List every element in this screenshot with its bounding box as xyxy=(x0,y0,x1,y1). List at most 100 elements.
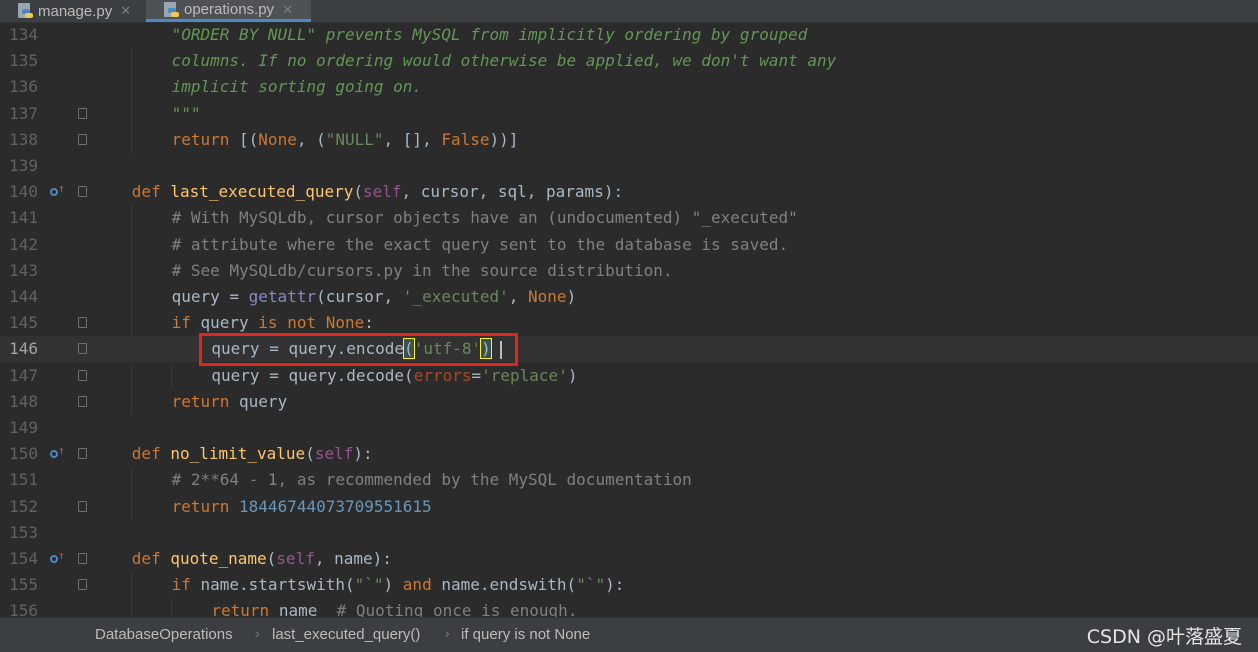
line-number[interactable]: 153 xyxy=(0,520,38,546)
line-number[interactable]: 154 xyxy=(0,546,38,572)
line-number[interactable]: 142 xyxy=(0,232,38,258)
code-line[interactable]: 137 """ xyxy=(0,101,1258,127)
code-line[interactable]: 135 columns. If no ordering would otherwi… xyxy=(0,48,1258,74)
code-line[interactable]: 145 if query is not None: xyxy=(0,310,1258,336)
line-number[interactable]: 138 xyxy=(0,127,38,153)
code-line[interactable]: 140 ↑ def last_executed_query(self, cursor… xyxy=(0,179,1258,205)
code-line[interactable]: 150 ↑ def no_limit_value(self): xyxy=(0,441,1258,467)
override-method-icon[interactable]: ↑ xyxy=(50,183,65,198)
line-number[interactable]: 134 xyxy=(0,22,38,48)
fold-icon[interactable] xyxy=(78,579,87,591)
code-line[interactable]: 143 # See MySQLdb/cursors.py in the sourc… xyxy=(0,258,1258,284)
line-number[interactable]: 156 xyxy=(0,598,38,617)
line-number[interactable]: 136 xyxy=(0,74,38,100)
line-number[interactable]: 155 xyxy=(0,572,38,598)
code-line[interactable]: 136 implicit sorting going on. xyxy=(0,74,1258,100)
fold-icon[interactable] xyxy=(78,553,87,564)
line-number[interactable]: 148 xyxy=(0,389,38,415)
tab-operations-py[interactable]: operations.py ✕ xyxy=(146,0,311,22)
line-number[interactable]: 145 xyxy=(0,310,38,336)
fold-icon[interactable] xyxy=(78,133,87,145)
line-number[interactable]: 135 xyxy=(0,48,38,74)
code-token: 'replace' xyxy=(481,365,568,385)
code-line[interactable]: 155 if name.startswith("`") and name.ends… xyxy=(0,572,1258,598)
code-line[interactable]: 153 xyxy=(0,520,1258,546)
code-text: implicit sorting going on. xyxy=(172,74,422,100)
code-line[interactable]: 152 return 18446744073709551615 xyxy=(0,494,1258,520)
code-token: query xyxy=(200,313,259,333)
fold-icon[interactable] xyxy=(78,448,87,460)
line-number[interactable]: 141 xyxy=(0,205,38,231)
code-line[interactable]: 151 # 2**64 - 1, as recommended by the My… xyxy=(0,467,1258,493)
fold-icon[interactable] xyxy=(78,107,87,119)
line-number[interactable]: 150 xyxy=(0,441,38,467)
code-line[interactable]: 147 query = query.decode(errors='replace'… xyxy=(0,363,1258,389)
code-token: [( xyxy=(239,129,259,149)
code-token: query = query.decode( xyxy=(211,365,414,385)
close-icon[interactable]: ✕ xyxy=(120,3,131,19)
code-line[interactable]: 142 # attribute where the exact query sen… xyxy=(0,232,1258,258)
code-token: def xyxy=(131,444,171,464)
line-number[interactable]: 151 xyxy=(0,467,38,493)
code-token: # Quoting once is enough. xyxy=(336,601,578,617)
code-line[interactable]: 146 query = query.encode('utf-8') xyxy=(0,336,1258,363)
code-token: name.startswith( xyxy=(200,575,355,595)
line-number[interactable]: 140 xyxy=(0,179,38,205)
code-token: ))] xyxy=(489,129,519,149)
fold-icon[interactable] xyxy=(78,395,87,407)
line-number[interactable]: 137 xyxy=(0,101,38,127)
code-token: return xyxy=(171,129,240,149)
line-number[interactable]: 146 xyxy=(0,336,38,362)
code-editor[interactable]: 134 "ORDER BY NULL" prevents MySQL from i… xyxy=(0,22,1258,617)
code-token: no_limit_value xyxy=(170,444,306,464)
code-token: # 2**64 - 1, as recommended by the MySQL… xyxy=(171,470,692,490)
code-token: ) xyxy=(567,365,578,385)
breadcrumb-item-class[interactable]: DatabaseOperations xyxy=(95,626,233,643)
fold-icon[interactable] xyxy=(78,500,87,512)
line-number[interactable]: 144 xyxy=(0,284,38,310)
override-method-icon[interactable]: ↑ xyxy=(50,445,65,460)
code-token: ): xyxy=(353,444,373,464)
code-text: if name.startswith("`") and name.endswit… xyxy=(172,572,625,598)
code-line[interactable]: 134 "ORDER BY NULL" prevents MySQL from i… xyxy=(0,22,1258,48)
override-method-icon[interactable]: ↑ xyxy=(50,550,65,565)
line-number[interactable]: 149 xyxy=(0,415,38,441)
close-icon[interactable]: ✕ xyxy=(282,2,293,18)
tab-manage-py[interactable]: manage.py ✕ xyxy=(0,0,146,22)
line-number[interactable]: 139 xyxy=(0,153,38,179)
red-highlight-box xyxy=(199,333,518,366)
code-line[interactable]: 139 xyxy=(0,153,1258,179)
code-token: errors xyxy=(413,365,472,385)
line-number[interactable]: 143 xyxy=(0,258,38,284)
code-token: implicit sorting going on. xyxy=(171,77,423,97)
code-token: False xyxy=(441,129,490,149)
fold-icon[interactable] xyxy=(78,369,87,381)
code-line[interactable]: 138 return [(None, ("NULL", [], False))] xyxy=(0,127,1258,153)
code-token: , [], xyxy=(383,129,442,149)
code-line[interactable]: 156 return name # Quoting once is enough. xyxy=(0,598,1258,617)
watermark: CSDN @叶落盛夏 xyxy=(1086,626,1242,648)
code-line[interactable]: 154 ↑ def quote_name(self, name): xyxy=(0,546,1258,572)
fold-icon[interactable] xyxy=(78,317,87,329)
breadcrumb-item-method[interactable]: last_executed_query() xyxy=(272,626,420,643)
code-text: def last_executed_query(self, cursor, sq… xyxy=(132,179,623,205)
code-token: "ORDER BY NULL" prevents MySQL from impl… xyxy=(171,25,808,44)
code-text: return 18446744073709551615 xyxy=(172,494,432,520)
code-line[interactable]: 144 query = getattr(cursor, '_executed', … xyxy=(0,284,1258,310)
code-text: # attribute where the exact query sent t… xyxy=(172,232,789,258)
code-line[interactable]: 141 # With MySQLdb, cursor objects have a… xyxy=(0,205,1258,231)
code-line[interactable]: 148 return query xyxy=(0,389,1258,415)
code-text: query = getattr(cursor, '_executed', Non… xyxy=(172,284,577,310)
code-line[interactable]: 149 xyxy=(0,415,1258,441)
code-token: "NULL" xyxy=(325,129,384,149)
fold-icon[interactable] xyxy=(78,343,87,355)
code-token: last_executed_query xyxy=(170,182,354,202)
fold-icon[interactable] xyxy=(78,186,87,198)
line-number[interactable]: 152 xyxy=(0,494,38,520)
editor-tab-bar: manage.py ✕ operations.py ✕ xyxy=(0,0,1258,23)
code-token: query = xyxy=(171,287,249,306)
code-token: ): xyxy=(605,575,625,595)
line-number[interactable]: 147 xyxy=(0,363,38,389)
breadcrumb-item-if[interactable]: if query is not None xyxy=(461,626,590,643)
code-token: '_executed' xyxy=(402,287,509,306)
